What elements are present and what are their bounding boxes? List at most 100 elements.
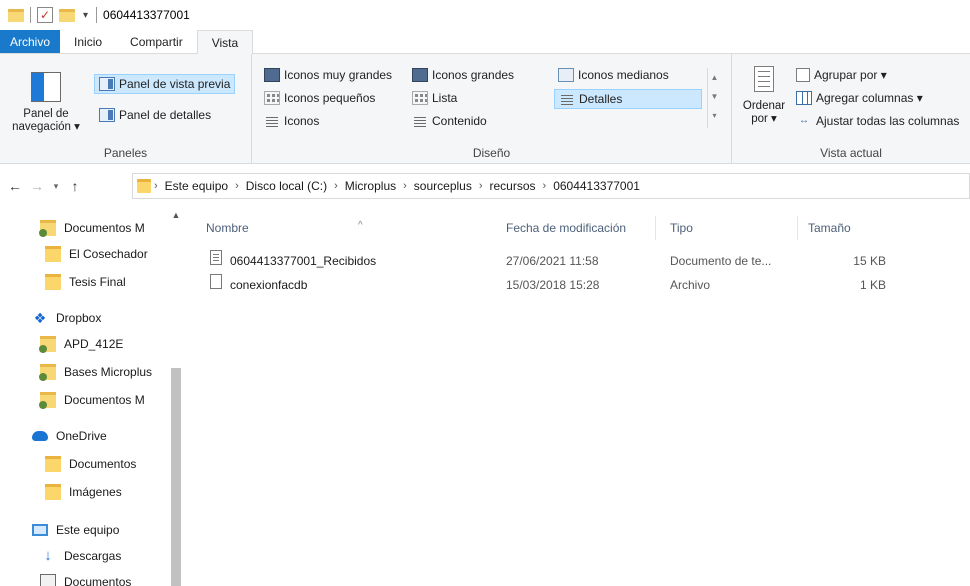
breadcrumb-separator-icon[interactable]: › (232, 180, 242, 192)
sort-icon (754, 66, 774, 92)
nav-item-descargas[interactable]: ↓ Descargas (40, 544, 121, 568)
navigation-pane-button[interactable]: Panel de navegación ▾ (8, 72, 84, 134)
nav-item-label: Documentos M (64, 221, 145, 235)
group-label-vista-actual: Vista actual (820, 146, 882, 160)
details-option[interactable]: Detalles (554, 89, 702, 109)
breadcrumb-separator-icon[interactable]: › (331, 180, 341, 192)
up-arrow-icon[interactable]: ↑ (64, 178, 86, 194)
nav-item-documentos-pc[interactable]: Documentos (40, 570, 131, 586)
shared-folder-icon (39, 220, 56, 237)
nav-item-onedrive[interactable]: OneDrive (32, 424, 107, 448)
properties-icon[interactable]: ✓ (37, 7, 53, 23)
scroll-down-icon[interactable]: ▼ (708, 87, 721, 106)
dropbox-icon: ❖ (33, 310, 47, 326)
medium-icons-option[interactable]: Iconos medianos (554, 66, 673, 84)
medium-icons-label: Iconos medianos (578, 68, 669, 82)
address-bar[interactable]: › Este equipo › Disco local (C:) › Micro… (132, 173, 970, 199)
content-option[interactable]: Contenido (408, 112, 491, 130)
expand-gallery-icon[interactable]: ▾ (708, 106, 721, 125)
nav-item-label: Tesis Final (69, 275, 126, 289)
table-row[interactable]: conexionfacdb 15/03/2018 15:28 Archivo 1… (200, 274, 960, 296)
large-icons-label: Iconos grandes (432, 68, 515, 82)
column-header-tamano[interactable]: Tamaño (802, 216, 892, 240)
file-date: 15/03/2018 15:28 (506, 278, 600, 292)
folder-icon (45, 456, 61, 472)
icons-option[interactable]: Iconos (260, 112, 323, 130)
breadcrumb-microplus[interactable]: Microplus (341, 179, 400, 193)
breadcrumb-recursos[interactable]: recursos (486, 179, 540, 193)
preview-pane-label: Panel de vista previa (119, 77, 231, 91)
new-folder-icon[interactable] (59, 8, 75, 22)
file-list: Nombre ^ Fecha de modificación Tipo Tama… (182, 208, 970, 586)
breadcrumb-este-equipo[interactable]: Este equipo (161, 179, 232, 193)
nav-item-imagenes[interactable]: Imágenes (45, 480, 122, 504)
navigation-pane-icon (31, 72, 61, 102)
preview-pane-button[interactable]: Panel de vista previa (94, 74, 236, 94)
folder-icon (45, 274, 61, 290)
breadcrumb-disco-local[interactable]: Disco local (C:) (242, 179, 331, 193)
scroll-up-icon[interactable]: ▲ (170, 208, 182, 222)
column-header-fecha[interactable]: Fecha de modificación (500, 216, 656, 240)
breadcrumb-separator-icon[interactable]: › (476, 180, 486, 192)
shared-folder-icon (39, 336, 56, 353)
column-header-tipo[interactable]: Tipo (664, 216, 798, 240)
sort-by-button[interactable]: Ordenar por ▾ (742, 66, 786, 126)
forward-arrow-icon[interactable]: → (26, 178, 48, 194)
details-pane-button[interactable]: Panel de detalles (95, 106, 215, 124)
icons-label: Iconos (284, 114, 320, 128)
nav-item-documentos[interactable]: Documentos (45, 452, 136, 476)
nav-item-label: Dropbox (56, 311, 102, 325)
column-header-nombre[interactable]: Nombre ^ (200, 216, 500, 240)
breadcrumb-sourceplus[interactable]: sourceplus (410, 179, 476, 193)
list-option[interactable]: Lista (408, 89, 461, 107)
breadcrumb-separator-icon[interactable]: › (540, 180, 550, 192)
customize-toolbar-icon[interactable]: ▾ (83, 10, 88, 21)
nav-item-apd-412e[interactable]: APD_412E (39, 332, 123, 356)
content-label: Contenido (432, 114, 487, 128)
separator (96, 7, 98, 23)
separator (30, 7, 31, 23)
back-arrow-icon[interactable]: ← (4, 178, 26, 194)
scroll-up-icon[interactable]: ▲ (708, 68, 721, 87)
nav-item-bases-microplus[interactable]: Bases Microplus (39, 360, 152, 384)
file-icon (210, 274, 222, 289)
folder-icon (45, 246, 61, 262)
tab-archivo[interactable]: Archivo (0, 30, 61, 53)
tab-compartir[interactable]: Compartir (116, 30, 197, 53)
file-name: conexionfacdb (230, 278, 308, 292)
file-type: Documento de te... (670, 254, 772, 268)
layout-gallery-scroll[interactable]: ▲ ▼ ▾ (707, 68, 721, 128)
add-columns-button[interactable]: Agregar columnas ▾ (792, 89, 927, 107)
nav-item-el-cosechador[interactable]: El Cosechador (45, 242, 148, 266)
tab-inicio[interactable]: Inicio (60, 30, 116, 53)
nav-item-label: OneDrive (56, 429, 107, 443)
small-icons-option[interactable]: Iconos pequeños (260, 89, 379, 107)
scrollbar-thumb[interactable] (171, 368, 181, 586)
file-size: 15 KB (853, 254, 886, 268)
recent-locations-icon[interactable]: ▾ (48, 181, 64, 192)
tab-vista[interactable]: Vista (196, 30, 254, 55)
title-bar: ✓ ▾ 0604413377001 (0, 0, 970, 30)
nav-item-este-equipo[interactable]: Este equipo (32, 518, 119, 542)
download-icon: ↓ (44, 547, 52, 564)
navigation-pane-scrollbar[interactable]: ▲ (170, 208, 182, 586)
details-label: Detalles (579, 92, 623, 106)
nav-item-dropbox[interactable]: ❖ Dropbox (32, 306, 102, 330)
small-icons-label: Iconos pequeños (284, 91, 376, 105)
group-by-button[interactable]: Agrupar por ▾ (792, 66, 891, 84)
nav-item-documentos-m-2[interactable]: Documentos M (39, 388, 145, 412)
fit-columns-button[interactable]: ↔ Ajustar todas las columnas (792, 112, 963, 130)
breadcrumb-separator-icon[interactable]: › (151, 180, 161, 192)
sort-by-label-1: Ordenar (742, 100, 786, 112)
add-columns-label: Agregar columnas ▾ (816, 91, 923, 105)
nav-item-documentos-m[interactable]: Documentos M (39, 216, 145, 240)
table-row[interactable]: 0604413377001_Recibidos 27/06/2021 11:58… (200, 250, 960, 272)
nav-item-label: Documentos (64, 575, 132, 586)
large-icons-icon (412, 68, 428, 82)
extra-large-icons-option[interactable]: Iconos muy grandes (260, 66, 396, 84)
breadcrumb-separator-icon[interactable]: › (400, 180, 410, 192)
nav-item-tesis-final[interactable]: Tesis Final (45, 270, 126, 294)
large-icons-option[interactable]: Iconos grandes (408, 66, 518, 84)
breadcrumb-current-folder[interactable]: 0604413377001 (549, 179, 644, 193)
navigation-pane-label-2: navegación ▾ (12, 121, 80, 133)
